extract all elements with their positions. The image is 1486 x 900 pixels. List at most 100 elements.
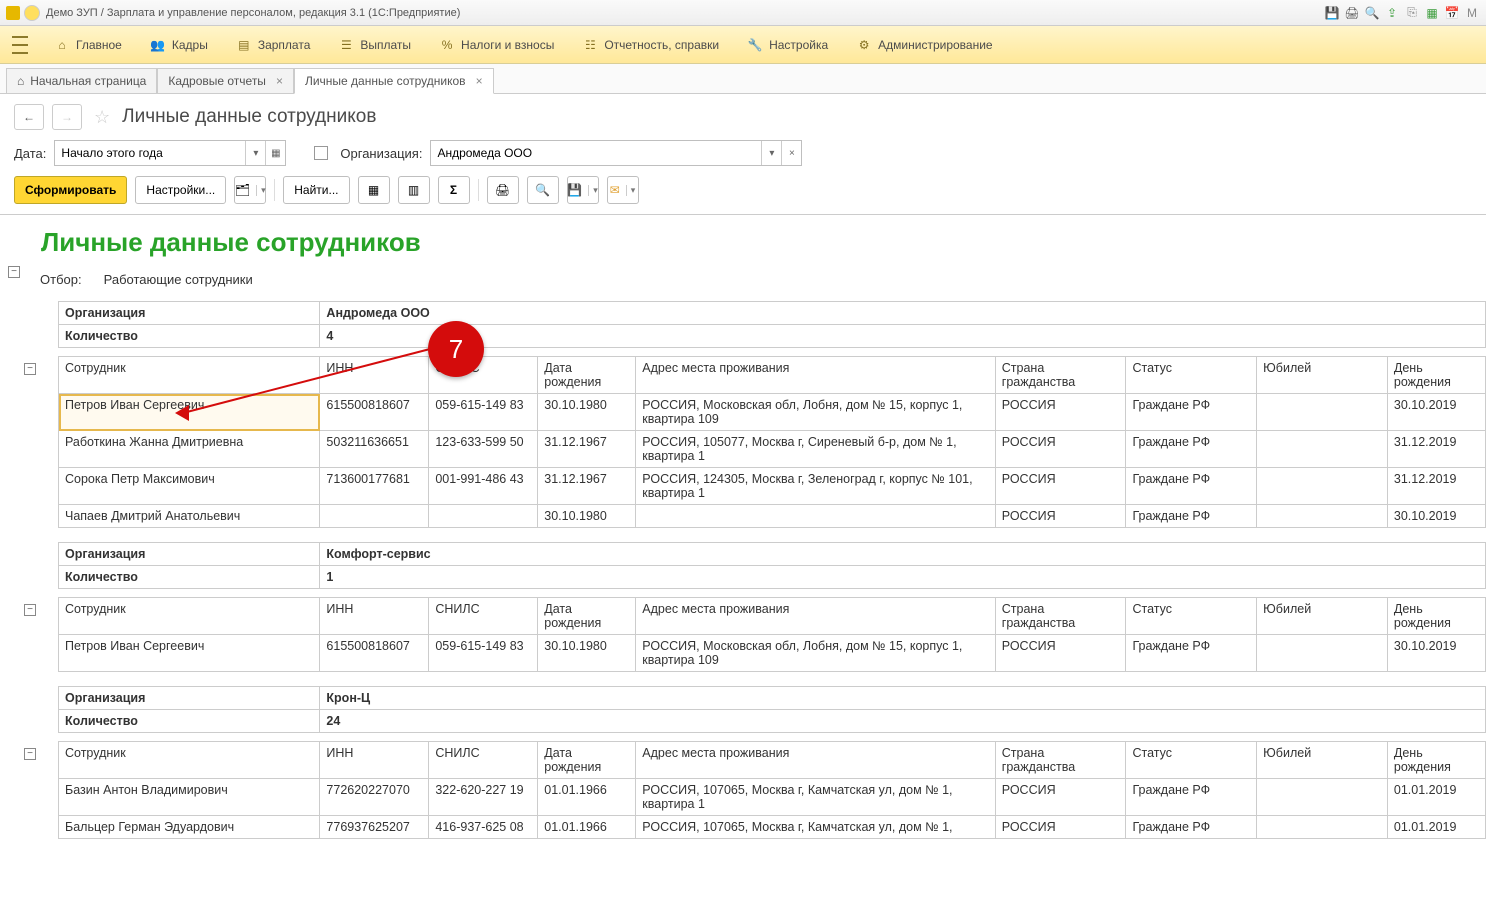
table-row[interactable]: Чапаев Дмитрий Анатольевич 30.10.1980 РО… — [59, 505, 1486, 528]
cell-dob: 30.10.1980 — [538, 505, 636, 528]
cell-inn: 503211636651 — [320, 431, 429, 468]
table-row[interactable]: Бальцер Герман Эдуардович 776937625207 4… — [59, 816, 1486, 839]
m-icon[interactable]: M — [1464, 5, 1480, 21]
print-icon[interactable]: 🖨 — [1344, 5, 1360, 21]
expand-groups-button[interactable]: ▦ — [358, 176, 390, 204]
variants-button[interactable]: 🗂▾ — [234, 176, 266, 204]
cell-citizenship: РОССИЯ — [995, 394, 1126, 431]
menu-taxes[interactable]: % Налоги и взносы — [425, 26, 568, 64]
menu-payouts[interactable]: ☰Выплаты — [324, 26, 425, 64]
org-header-label: Организация — [59, 302, 320, 325]
print-icon: 🖨 — [495, 183, 510, 197]
col-status: Статус — [1126, 742, 1257, 779]
tree-collapse-toggle[interactable]: − — [24, 363, 36, 375]
org-checkbox[interactable] — [314, 146, 328, 160]
cell-status: Граждане РФ — [1126, 431, 1257, 468]
cell-status: Граждане РФ — [1126, 505, 1257, 528]
menu-reports[interactable]: ☷Отчетность, справки — [568, 26, 733, 64]
table-row[interactable]: Работкина Жанна Дмитриевна 503211636651 … — [59, 431, 1486, 468]
dropdown-icon[interactable]: ▾ — [245, 141, 265, 165]
menu-settings[interactable]: 🔧Настройка — [733, 26, 842, 64]
favorite-star-icon[interactable]: ☆ — [94, 107, 110, 128]
find-button[interactable]: Найти... — [283, 176, 349, 204]
col-employee: Сотрудник — [59, 742, 320, 779]
report-filter-line: Отбор: Работающие сотрудники — [22, 264, 1486, 291]
cell-jubilee — [1257, 635, 1388, 672]
report-toolbar: Сформировать Настройки... 🗂▾ Найти... ▦ … — [0, 172, 1486, 214]
col-snils: СНИЛС — [429, 742, 538, 779]
report-body: 7 Личные данные сотрудников − Отбор: Раб… — [0, 214, 1486, 896]
col-status: Статус — [1126, 357, 1257, 394]
table-row[interactable]: Петров Иван Сергеевич 615500818607 059-6… — [59, 635, 1486, 672]
org-input[interactable] — [431, 141, 761, 165]
table-row[interactable]: Базин Антон Владимирович 772620227070 32… — [59, 779, 1486, 816]
tab-label: Начальная страница — [30, 74, 146, 88]
date-select[interactable]: ▾ ▦ — [54, 140, 286, 166]
menu-admin-label: Администрирование — [878, 38, 992, 52]
dropdown-icon[interactable]: ▾ — [761, 141, 781, 165]
cell-snils: 123-633-599 50 — [429, 431, 538, 468]
cell-snils: 001-991-486 43 — [429, 468, 538, 505]
date-input[interactable] — [55, 141, 245, 165]
group-count-row: Количество 1 — [59, 566, 1486, 589]
percent-icon: % — [439, 37, 455, 53]
tab-label: Личные данные сотрудников — [305, 74, 466, 88]
menu-admin[interactable]: ⚙Администрирование — [842, 26, 1006, 64]
export-icon[interactable]: ⇪ — [1384, 5, 1400, 21]
org-select[interactable]: ▾ × — [430, 140, 802, 166]
preview-button[interactable]: 🔍 — [527, 176, 559, 204]
group-header-row: Организация Андромеда ООО — [59, 302, 1486, 325]
save-icon[interactable]: 💾 — [1324, 5, 1340, 21]
tree-collapse-toggle[interactable]: − — [24, 604, 36, 616]
settings-button[interactable]: Настройки... — [135, 176, 226, 204]
collapse-groups-button[interactable]: ▥ — [398, 176, 430, 204]
menu-salary[interactable]: ▤Зарплата — [222, 26, 325, 64]
tab-start-page[interactable]: ⌂ Начальная страница — [6, 68, 157, 93]
cell-dob: 31.12.1967 — [538, 468, 636, 505]
nav-forward-button[interactable]: → — [52, 104, 82, 130]
window-titlebar: Демо ЗУП / Зарплата и управление персона… — [0, 0, 1486, 26]
app-dropdown-icon[interactable] — [24, 5, 40, 21]
tree-collapse-toggle[interactable]: − — [24, 748, 36, 760]
org-label: Организация: — [340, 146, 422, 161]
tree-collapse-toggle[interactable]: − — [8, 266, 20, 278]
tab-hr-reports[interactable]: Кадровые отчеты × — [157, 68, 294, 93]
nav-back-button[interactable]: ← — [14, 104, 44, 130]
group-header-row: Организация Комфорт-сервис — [59, 543, 1486, 566]
calc-icon[interactable]: ▦ — [1424, 5, 1440, 21]
cell-address: РОССИЯ, 105077, Москва г, Сиреневый б-р,… — [636, 431, 995, 468]
mail-icon: ✉ — [610, 183, 620, 197]
table-icon: ▤ — [236, 37, 252, 53]
cell-snils: 059-615-149 83 — [429, 394, 538, 431]
datepicker-icon[interactable]: ▦ — [265, 141, 285, 165]
save-report-button[interactable]: 💾▾ — [567, 176, 599, 204]
sum-button[interactable]: Σ — [438, 176, 470, 204]
email-button[interactable]: ✉▾ — [607, 176, 639, 204]
count-header-label: Количество — [59, 566, 320, 589]
col-citizenship: Страна гражданства — [995, 742, 1126, 779]
copy-icon[interactable]: ⎘ — [1404, 5, 1420, 21]
home-icon: ⌂ — [17, 74, 24, 88]
cell-address: РОССИЯ, Московская обл, Лобня, дом № 15,… — [636, 394, 995, 431]
menu-hr[interactable]: 👥Кадры — [136, 26, 222, 64]
menu-taxes-label: Налоги и взносы — [461, 38, 554, 52]
calendar-icon[interactable]: 📅 — [1444, 5, 1460, 21]
generate-button[interactable]: Сформировать — [14, 176, 127, 204]
cell-status: Граждане РФ — [1126, 779, 1257, 816]
cell-jubilee — [1257, 505, 1388, 528]
cell-status: Граждане РФ — [1126, 394, 1257, 431]
menu-burger-button[interactable] — [6, 26, 34, 64]
menu-main[interactable]: ⌂Главное — [40, 26, 136, 64]
clear-icon[interactable]: × — [781, 141, 801, 165]
col-citizenship: Страна гражданства — [995, 598, 1126, 635]
close-icon[interactable]: × — [276, 74, 283, 88]
print-button[interactable]: 🖨 — [487, 176, 519, 204]
close-icon[interactable]: × — [476, 74, 483, 88]
table-row[interactable]: Сорока Петр Максимович 713600177681 001-… — [59, 468, 1486, 505]
col-address: Адрес места проживания — [636, 598, 995, 635]
preview-icon[interactable]: 🔍 — [1364, 5, 1380, 21]
cell-inn: 615500818607 — [320, 635, 429, 672]
col-employee: Сотрудник — [59, 598, 320, 635]
tab-personal-data[interactable]: Личные данные сотрудников × — [294, 68, 494, 94]
titlebar-toolbar: 💾 🖨 🔍 ⇪ ⎘ ▦ 📅 M — [1324, 5, 1480, 21]
